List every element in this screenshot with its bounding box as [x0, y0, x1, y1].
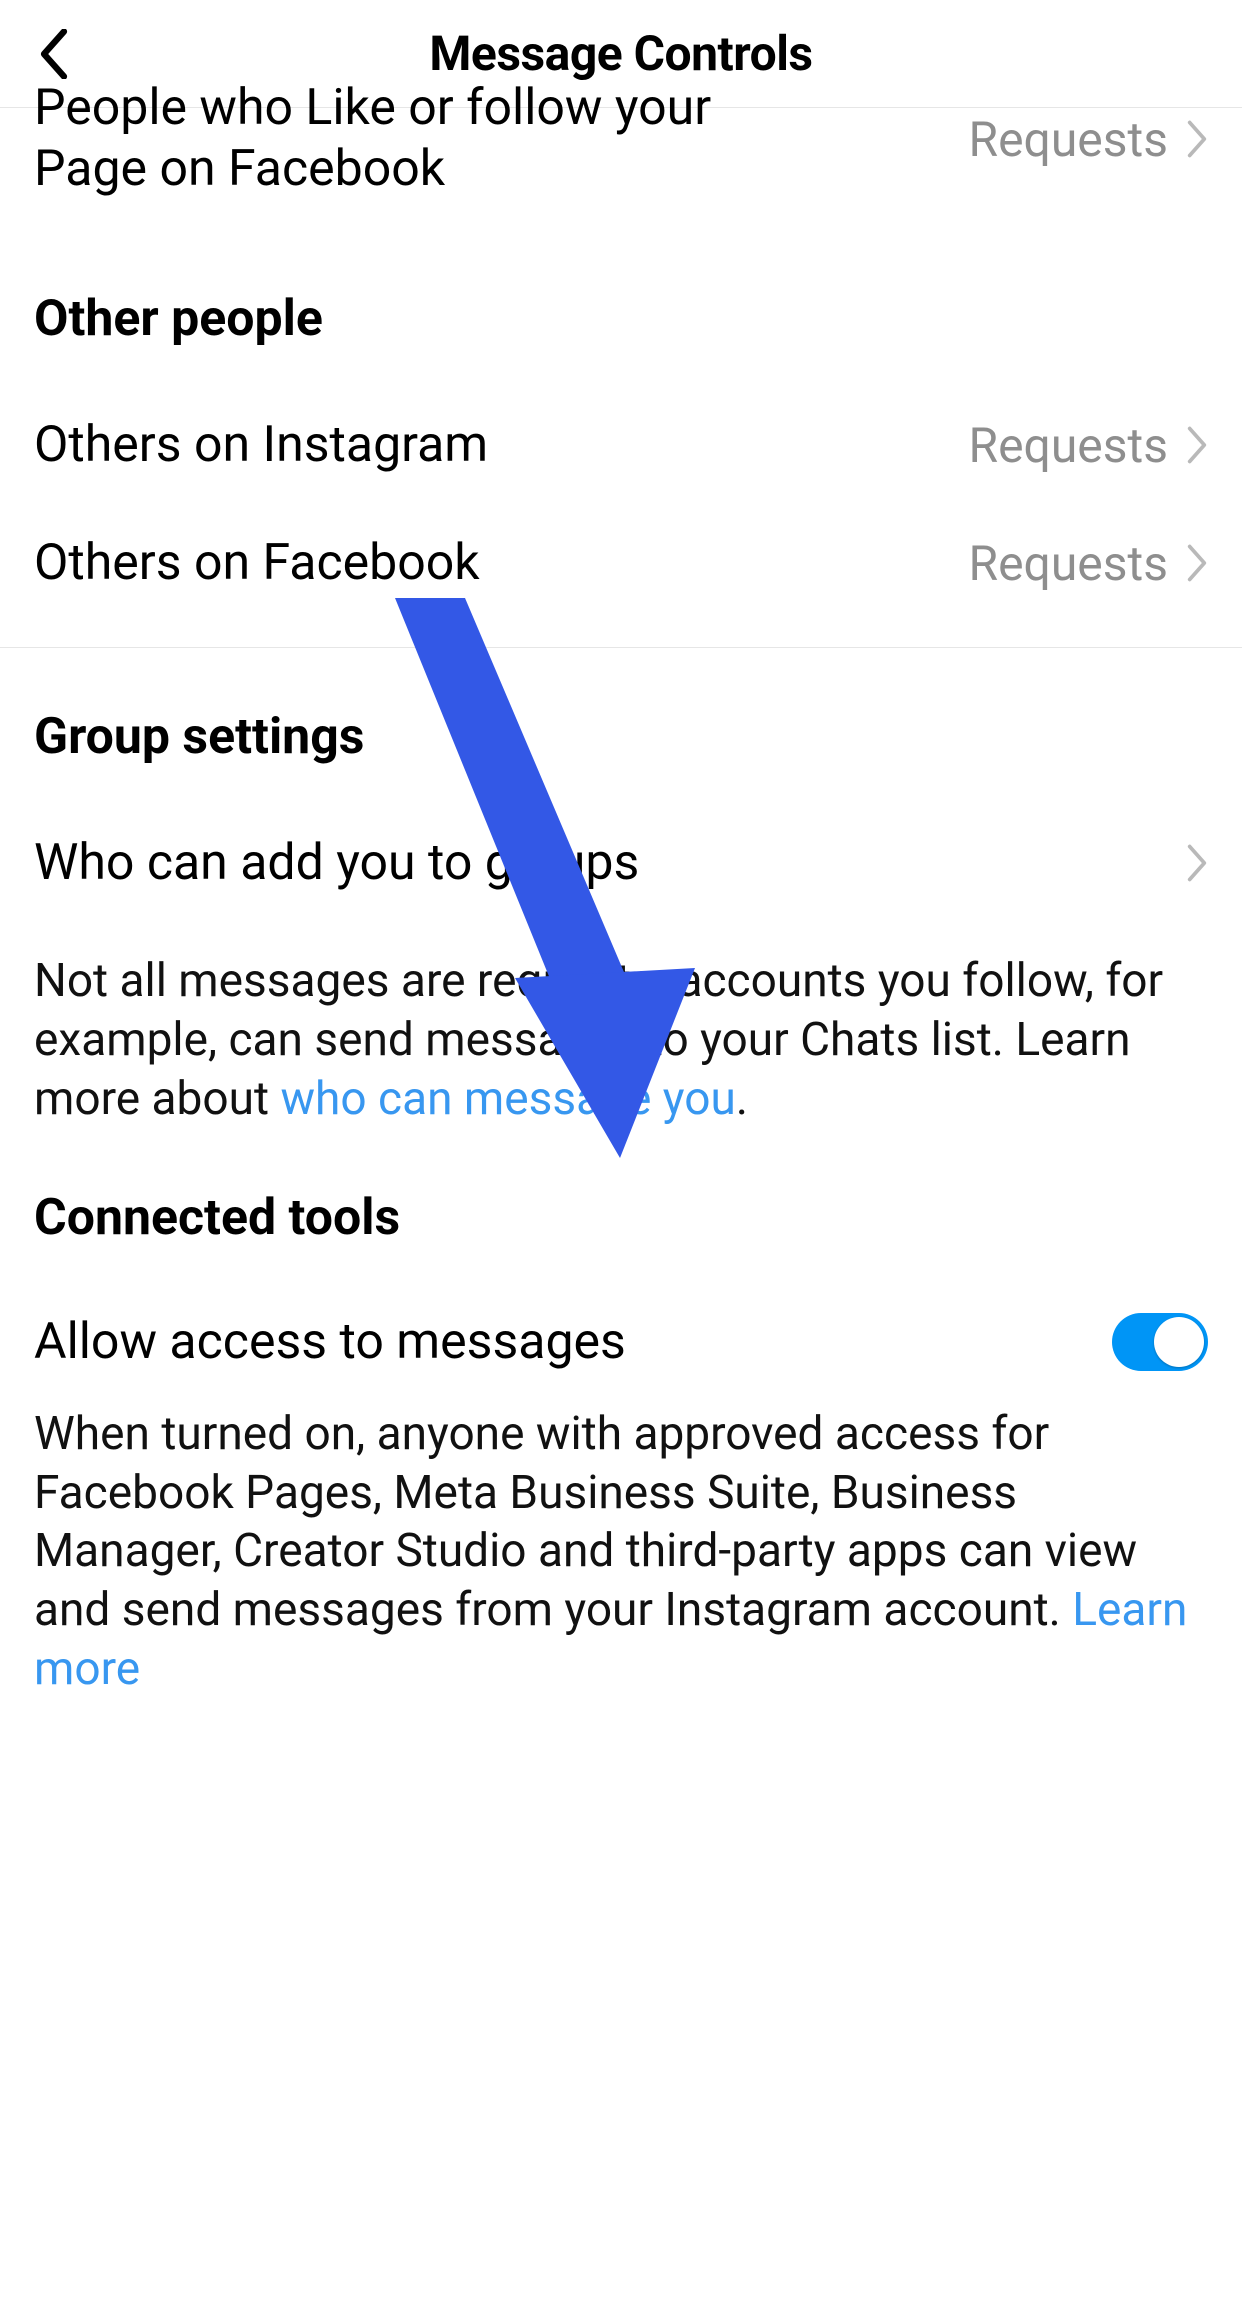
chevron-left-icon — [36, 29, 72, 79]
section-header-other-people: Other people — [0, 230, 1242, 386]
option-value-wrap — [1186, 844, 1208, 882]
allow-access-toggle[interactable] — [1112, 1313, 1208, 1371]
option-value-wrap: Requests — [969, 535, 1208, 592]
option-row-add-to-groups[interactable]: Who can add you to groups — [0, 804, 1242, 922]
back-button[interactable] — [24, 24, 84, 84]
option-row-page-followers[interactable]: People who Like or follow your Page on F… — [0, 78, 1242, 230]
toggle-knob — [1154, 1317, 1204, 1367]
option-label: Others on Facebook — [34, 534, 480, 592]
group-info-text: Not all messages are requests: accounts … — [0, 922, 1242, 1129]
chevron-right-icon — [1186, 120, 1208, 158]
option-value-wrap: Requests — [969, 417, 1208, 474]
content-scroll[interactable]: People who Like or follow your Page on F… — [0, 78, 1242, 1739]
info-text-post: . — [736, 1072, 748, 1126]
chevron-right-icon — [1186, 844, 1208, 882]
option-label: Who can add you to groups — [34, 834, 639, 892]
option-label: Others on Instagram — [34, 416, 488, 474]
section-header-group-settings: Group settings — [0, 648, 1242, 804]
option-value-wrap: Requests — [969, 111, 1208, 168]
option-row-others-facebook[interactable]: Others on Facebook Requests — [0, 504, 1242, 622]
toggle-label: Allow access to messages — [34, 1313, 626, 1371]
option-value: Requests — [969, 111, 1168, 168]
who-can-message-link[interactable]: who can message you — [280, 1072, 735, 1126]
section-header-connected-tools: Connected tools — [0, 1129, 1242, 1285]
option-value: Requests — [969, 535, 1168, 592]
option-value: Requests — [969, 417, 1168, 474]
chevron-right-icon — [1186, 426, 1208, 464]
page-title: Message Controls — [429, 25, 812, 82]
desc-text-pre: When turned on, anyone with approved acc… — [34, 1407, 1137, 1638]
option-row-others-instagram[interactable]: Others on Instagram Requests — [0, 386, 1242, 504]
toggle-row-allow-access: Allow access to messages — [0, 1285, 1242, 1381]
connected-tools-description: When turned on, anyone with approved acc… — [0, 1381, 1242, 1739]
chevron-right-icon — [1186, 544, 1208, 582]
option-label: People who Like or follow your Page on F… — [34, 78, 734, 200]
